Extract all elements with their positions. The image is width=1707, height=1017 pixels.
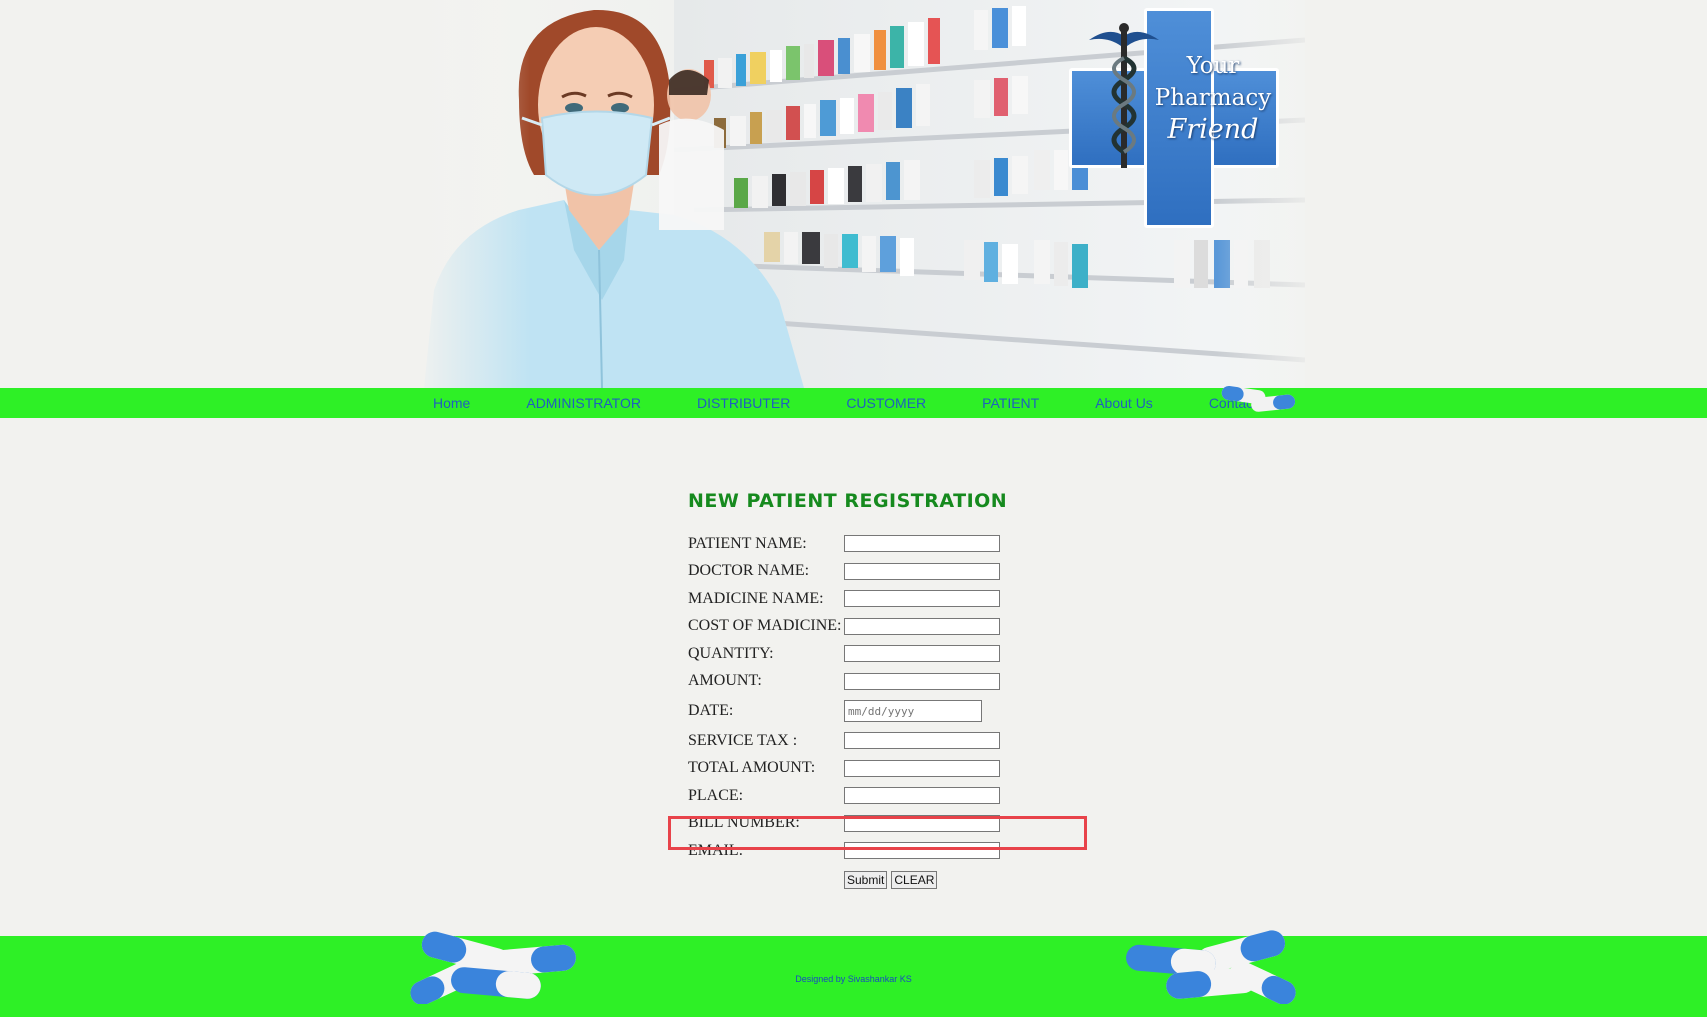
form-row-total-amount: TOTAL AMOUNT: [688,755,1108,783]
nav-administrator[interactable]: ADMINISTRATOR [526,395,641,411]
amount-input[interactable] [844,672,1000,690]
logo-text: Your Pharmacy Friend [1147,50,1279,146]
field-label: DOCTOR NAME: [688,562,810,580]
quantity-input[interactable] [844,645,1000,663]
field-label: EMAIL: [688,841,744,859]
nav-distributer[interactable]: DISTRIBUTER [697,395,790,411]
field-label: BILL NUMBER: [688,814,800,832]
form-title: NEW PATIENT REGISTRATION [688,490,1008,512]
form-row-amount: AMOUNT: [688,668,1108,696]
capsules-right-image [1126,930,1296,1004]
service-tax-input[interactable] [844,732,1000,750]
footer: Designed by Sivashankar KS [0,930,1707,1017]
form-row-quantity: QUANTITY: [688,640,1108,668]
total-amount-input[interactable] [844,759,1000,777]
form-buttons: Submit CLEAR [844,870,1108,889]
submit-button[interactable]: Submit [844,870,888,889]
form-row-place: PLACE: [688,782,1108,810]
place-input[interactable] [844,787,1000,805]
pharmacy-logo: Your Pharmacy Friend [1069,8,1279,228]
field-label: PATIENT NAME: [688,534,807,552]
capsules-left-image [410,931,576,1004]
form-row-cost-of-medicine: COST OF MADICINE: [688,613,1108,641]
footer-credit: Designed by Sivashankar KS [795,974,912,984]
form-row-service-tax: SERVICE TAX : [688,727,1108,755]
nav-customer[interactable]: CUSTOMER [846,395,926,411]
medicine-name-input[interactable] [844,590,1000,608]
patient-registration-form: NEW PATIENT REGISTRATION PATIENT NAME: D… [688,490,1108,889]
capsule-decoration [1221,385,1296,412]
logo-line-1: Your [1186,53,1240,79]
form-row-bill-number: BILL NUMBER: [688,810,1108,838]
field-label: MADICINE NAME: [688,589,824,607]
field-label: AMOUNT: [688,672,762,690]
field-label: QUANTITY: [688,644,774,662]
bill-number-input[interactable] [844,814,1000,832]
nav-home[interactable]: Home [433,395,470,411]
field-label: SERVICE TAX : [688,731,798,749]
date-input[interactable] [844,700,982,722]
form-row-patient-name: PATIENT NAME: [688,530,1108,558]
form-row-email: EMAIL: [688,837,1108,865]
main-nav: Home ADMINISTRATOR DISTRIBUTER CUSTOMER … [0,388,1707,418]
clear-button[interactable]: CLEAR [891,870,938,889]
nav-links: Home ADMINISTRATOR DISTRIBUTER CUSTOMER … [433,388,1334,418]
logo-line-3: Friend [1167,114,1259,145]
field-label: PLACE: [688,786,744,804]
nav-patient[interactable]: PATIENT [982,395,1039,411]
field-label: DATE: [688,702,734,719]
field-label: COST OF MADICINE: [688,617,842,635]
logo-line-2: Pharmacy [1154,85,1272,111]
email-input[interactable] [844,842,1000,860]
cost-of-medicine-input[interactable] [844,617,1000,635]
doctor-name-input[interactable] [844,562,1000,580]
form-row-date: DATE: [688,695,1108,727]
form-row-medicine-name: MADICINE NAME: [688,585,1108,613]
nav-about-us[interactable]: About Us [1095,395,1153,411]
field-label: TOTAL AMOUNT: [688,759,816,777]
patient-name-input[interactable] [844,535,1000,553]
header-banner: Your Pharmacy Friend [424,0,1305,388]
form-row-doctor-name: DOCTOR NAME: [688,558,1108,586]
